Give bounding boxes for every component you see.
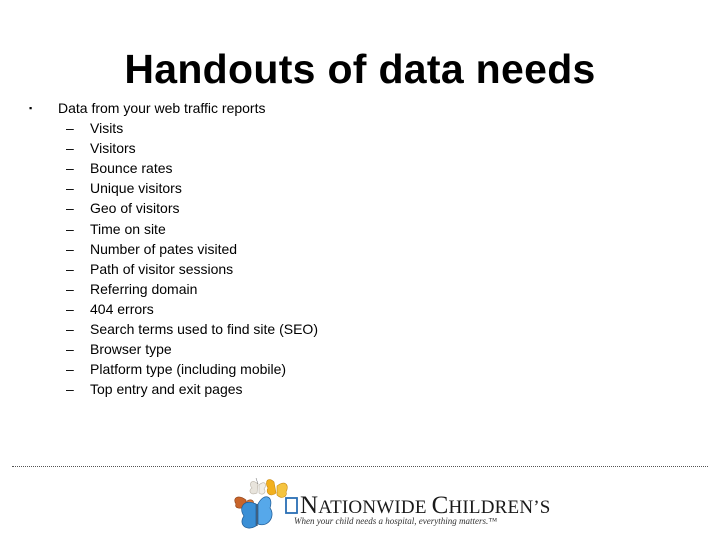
dash-marker: – [66,260,74,277]
sub-bullet-item: – Search terms used to find site (SEO) [0,319,720,339]
logo-wordmark: NATIONWIDE CHILDREN’S [300,492,551,519]
dash-marker: – [66,361,74,378]
dash-marker: – [66,200,74,217]
sub-bullet-text: Geo of visitors [90,200,180,217]
square-outline-icon [285,497,298,514]
sub-bullet-text: Browser type [90,341,172,358]
dash-marker: – [66,220,74,237]
slide-title: Handouts of data needs [124,46,596,92]
dash-marker: – [66,300,74,317]
butterflies-icon [234,477,298,529]
sub-bullet-text: 404 errors [90,300,154,317]
dash-marker: – [66,160,74,177]
sub-bullet-item: – Geo of visitors [0,198,720,218]
sub-bullet-item: –404 errors [0,299,720,319]
sub-bullet-text: Time on site [90,220,166,237]
sub-bullet-item: – Number of pates visited [0,239,720,259]
sub-bullet-text: Search terms used to find site (SEO) [90,321,318,337]
sub-bullet-item: – Browser type [0,339,720,359]
bullet-item: ▪ Data from your web traffic reports [0,98,720,118]
sub-bullet-text: Number of pates visited [90,240,238,257]
sub-bullet-text: Platform type (including mobile) [90,361,287,378]
sub-bullet-item: – Referring domain [0,279,720,299]
sub-bullet-item: – Top entry and exit pages [0,379,720,399]
dash-marker: – [66,280,74,297]
sub-bullet-item: – Path of visitor sessions [0,259,720,279]
sub-bullet-text: Visitors [90,140,136,157]
sub-bullet-text: Unique visitors [90,180,182,197]
yellow-butterfly-icon [266,479,288,498]
white-butterfly-icon [249,477,266,495]
bullet-marker: ▪ [29,103,33,113]
dash-marker: – [66,140,74,157]
logo-tagline: When your child needs a hospital, everyt… [294,516,498,526]
sub-bullet-text: Referring domain [90,280,198,297]
sub-bullet-item: – Time on site [0,219,720,239]
sub-bullet-text: Visits [90,120,124,136]
sub-bullet-text: Top entry and exit pages [90,381,243,398]
dash-marker: – [66,180,74,197]
sub-bullet-text: Path of visitor sessions [90,260,234,277]
dash-marker: – [66,381,74,398]
dash-marker: – [66,240,74,257]
dash-marker: – [66,321,74,337]
sub-bullet-item: – Bounce rates [0,158,720,178]
sub-bullet-text: Bounce rates [90,160,173,177]
sub-bullet-item: – Platform type (including mobile) [0,359,720,379]
sub-bullet-item: – Visitors [0,138,720,158]
sub-bullet-item: – Visits [0,118,720,138]
bullet-text: Data from your web traffic reports [58,100,266,116]
dash-marker: – [66,341,74,358]
nationwide-childrens-logo: NATIONWIDE CHILDREN’S When your child ne… [230,474,550,534]
dash-marker: – [66,120,74,136]
footer-divider [12,466,708,467]
sub-bullet-item: – Unique visitors [0,178,720,198]
